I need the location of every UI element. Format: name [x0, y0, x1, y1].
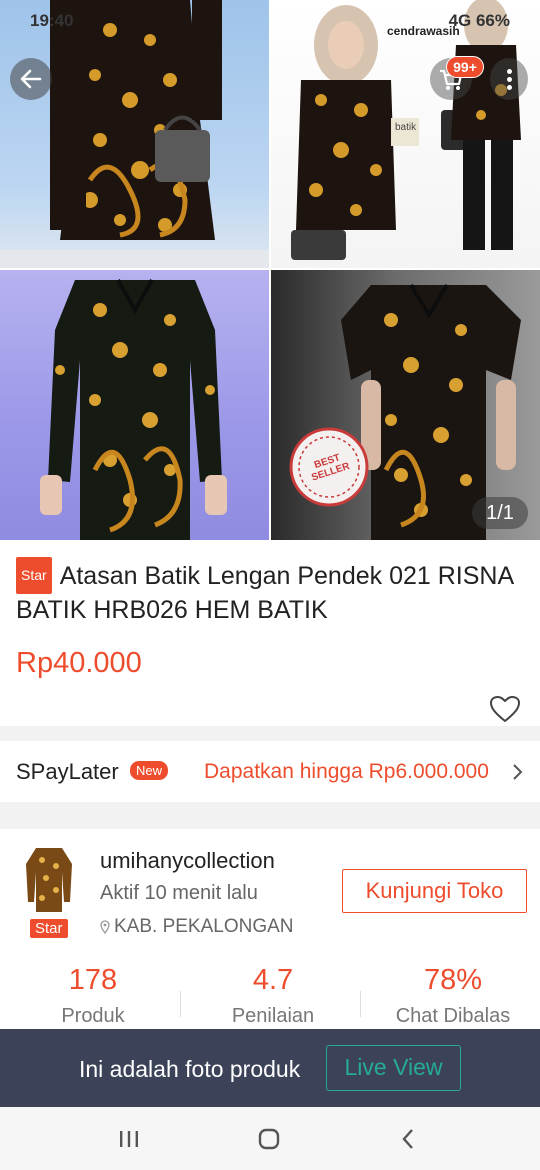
product-photo-1[interactable] [0, 0, 269, 268]
hijab-model-illustration [291, 0, 521, 260]
new-badge: New [130, 761, 169, 780]
visit-shop-button[interactable]: Kunjungi Toko [342, 869, 527, 913]
system-nav-bar [0, 1107, 540, 1170]
more-options-button[interactable] [490, 58, 528, 100]
status-bar: 19:40 4G 66% [0, 0, 540, 40]
location-pin-icon [100, 920, 110, 934]
long-sleeve-shirt-illustration [40, 279, 227, 540]
spaylater-offer: Dapatkan hingga Rp6.000.000 [204, 760, 489, 783]
stat-label: Chat Dibalas [395, 1005, 511, 1027]
shop-star-badge: Star [30, 919, 68, 938]
stat-label: Produk [61, 1005, 125, 1027]
stat-rating[interactable]: 4.7 Penilaian [183, 964, 363, 1028]
product-price: Rp40.000 [16, 647, 142, 679]
chevron-right-icon [513, 764, 523, 780]
batik-dress-illustration [0, 0, 269, 268]
stat-value: 78% [423, 964, 483, 996]
brand-tag: batik [395, 122, 417, 133]
shop-last-active: Aktif 10 menit lalu [100, 882, 258, 904]
recent-apps-icon[interactable] [118, 1129, 140, 1149]
product-photo-3[interactable] [0, 270, 269, 540]
product-title: Atasan Batik Lengan Pendek 021 RISNA BAT… [16, 562, 513, 624]
spaylater-label: SPayLater [16, 759, 119, 784]
nav-back-icon[interactable] [400, 1128, 416, 1150]
live-view-banner: Ini adalah foto produk Live View [0, 1029, 540, 1107]
home-icon[interactable] [257, 1127, 281, 1151]
stat-value: 4.7 [252, 964, 294, 996]
stat-chat-response[interactable]: 78% Chat Dibalas [363, 964, 540, 1028]
stat-products[interactable]: 178 Produk [3, 964, 183, 1028]
status-time: 19:40 [30, 11, 74, 30]
arrow-left-icon [20, 69, 42, 89]
heart-icon[interactable] [489, 695, 521, 723]
star-badge: Star [16, 557, 52, 594]
product-image-gallery[interactable]: cendrawasih batik BEST SELLER 19:40 4G 6… [0, 0, 540, 540]
product-title-block: Star Atasan Batik Lengan Pendek 021 RISNA… [16, 557, 524, 627]
live-view-button[interactable]: Live View [326, 1045, 461, 1091]
shop-section: Star umihanycollection Aktif 10 menit la… [0, 829, 540, 1049]
product-photo-2[interactable]: cendrawasih batik [271, 0, 540, 268]
stat-value: 178 [68, 964, 118, 996]
status-indicators: 4G 66% [448, 11, 510, 30]
shop-location: KAB. PEKALONGAN [100, 916, 294, 938]
shop-name[interactable]: umihanycollection [100, 848, 275, 874]
more-vertical-icon [507, 69, 512, 74]
stat-label: Penilaian [231, 1005, 315, 1027]
banner-text: Ini adalah foto produk [79, 1056, 301, 1082]
shop-avatar[interactable] [22, 842, 76, 912]
spaylater-row[interactable]: SPayLater New Dapatkan hingga Rp6.000.00… [0, 741, 540, 802]
stat-divider [360, 991, 361, 1017]
image-counter: 1/1 [472, 497, 528, 529]
back-button[interactable] [10, 58, 52, 100]
stat-divider [180, 991, 181, 1017]
cart-count-badge: 99+ [446, 56, 484, 78]
product-info: Star Atasan Batik Lengan Pendek 021 RISNA… [0, 540, 540, 726]
shop-location-text: KAB. PEKALONGAN [114, 916, 294, 937]
